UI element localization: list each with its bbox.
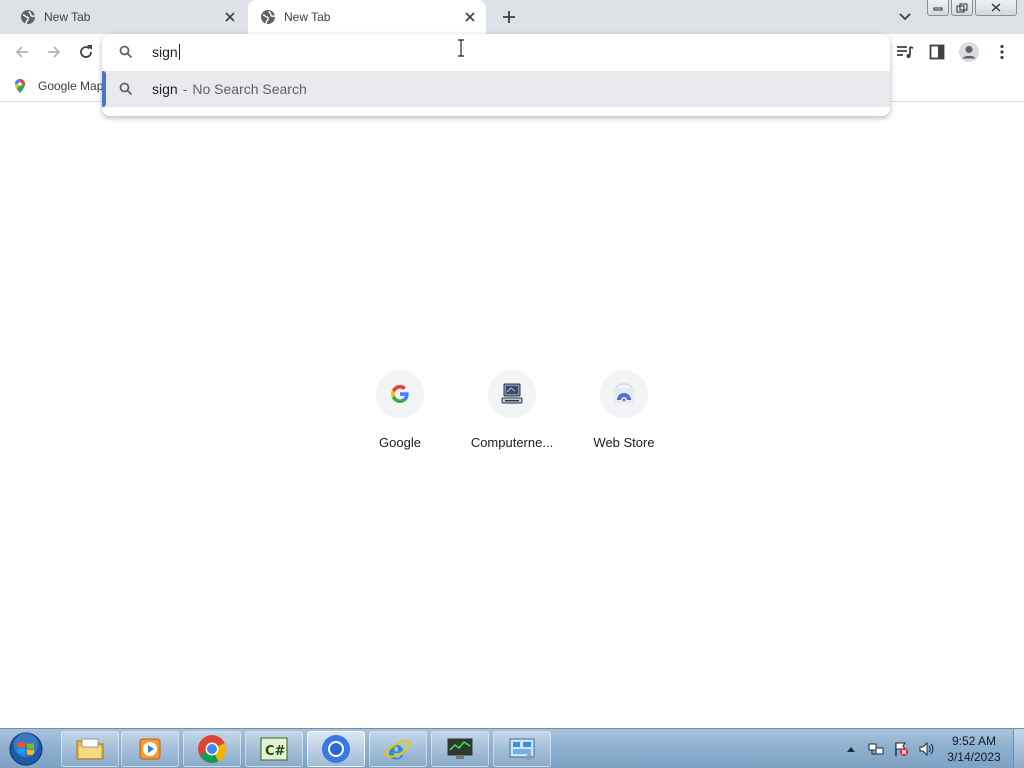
chevron-up-icon xyxy=(847,747,855,752)
restore-button[interactable] xyxy=(951,0,973,16)
maps-pin-icon xyxy=(12,78,28,94)
folder-icon xyxy=(76,738,104,760)
new-tab-button[interactable] xyxy=(497,5,521,29)
taskbar-network-monitor[interactable] xyxy=(431,731,489,767)
svg-text:C#: C# xyxy=(265,744,286,759)
bookmark-google-maps[interactable]: Google Map xyxy=(12,76,103,96)
tab-title: New Tab xyxy=(284,10,331,24)
taskbar-control-panel[interactable] xyxy=(493,731,551,767)
address-input[interactable]: sign xyxy=(152,44,180,60)
ibeam-cursor-icon xyxy=(458,39,464,57)
media-player-icon xyxy=(139,738,161,760)
suggestion-separator: - xyxy=(182,81,188,97)
profile-button[interactable] xyxy=(955,38,983,66)
close-icon[interactable] xyxy=(460,7,480,27)
suggestion-selected-indicator xyxy=(102,71,106,107)
shortcut-google[interactable]: Google xyxy=(350,370,450,450)
taskbar-chromium[interactable] xyxy=(307,731,365,767)
tab-title: New Tab xyxy=(44,10,91,24)
csharp-icon: C# xyxy=(260,737,288,761)
media-controls-button[interactable] xyxy=(891,38,919,66)
monitor-icon xyxy=(447,738,473,759)
show-hidden-icons-button[interactable] xyxy=(842,740,860,758)
minimize-button[interactable] xyxy=(927,0,949,16)
arrow-right-icon xyxy=(48,46,61,58)
windows-logo-icon xyxy=(9,732,43,766)
suggestion-text: sign xyxy=(152,81,178,97)
close-icon[interactable] xyxy=(220,7,240,27)
restore-icon xyxy=(956,3,968,12)
volume-icon[interactable] xyxy=(917,740,935,758)
taskbar: C# e 9:52 AM 3/14/2023 xyxy=(0,728,1024,768)
taskbar-chrome[interactable] xyxy=(183,731,241,767)
globe-icon xyxy=(20,9,36,25)
search-icon xyxy=(118,81,134,97)
suggestion-description: No Search Search xyxy=(192,81,307,97)
show-desktop-button[interactable] xyxy=(1013,729,1024,768)
omnibox-dropdown: sign sign - No Search Search xyxy=(102,34,890,116)
back-button[interactable] xyxy=(8,38,36,66)
taskbar-media-player[interactable] xyxy=(121,731,179,767)
tab-strip: New Tab New Tab xyxy=(0,0,1024,34)
avatar-icon xyxy=(959,42,979,62)
arrow-left-icon xyxy=(15,46,28,58)
close-icon xyxy=(991,3,1001,12)
address-bar[interactable]: sign xyxy=(102,34,890,70)
playlist-music-icon xyxy=(897,46,914,58)
address-input-text: sign xyxy=(152,44,178,60)
bookmark-label: Google Map xyxy=(38,79,104,93)
internet-explorer-icon: e xyxy=(385,736,411,764)
google-g-icon xyxy=(376,370,424,418)
side-panel-button[interactable] xyxy=(923,38,951,66)
taskbar-csharp-app[interactable]: C# xyxy=(245,731,303,767)
tab-search-button[interactable] xyxy=(894,6,916,28)
window-controls xyxy=(927,0,1017,16)
computer-icon xyxy=(488,370,536,418)
web-store-icon xyxy=(600,370,648,418)
chromium-icon xyxy=(322,735,350,763)
shortcut-web-store[interactable]: Web Store xyxy=(574,370,674,450)
taskbar-internet-explorer[interactable]: e xyxy=(369,731,427,767)
tab-new-tab-1[interactable]: New Tab xyxy=(8,0,246,34)
reload-icon xyxy=(80,45,92,58)
forward-button[interactable] xyxy=(40,38,68,66)
new-tab-page: Google Computerne... Web Store xyxy=(0,103,1024,728)
tab-new-tab-2[interactable]: New Tab xyxy=(248,0,486,34)
taskbar-file-explorer[interactable] xyxy=(61,731,119,767)
kebab-menu-icon xyxy=(1000,44,1004,60)
clock-time: 9:52 AM xyxy=(951,734,997,748)
text-caret xyxy=(178,44,180,60)
plus-icon xyxy=(503,11,515,23)
omnibox-suggestion[interactable]: sign - No Search Search xyxy=(102,71,890,107)
search-icon xyxy=(118,44,134,60)
shortcut-label: Computerne... xyxy=(470,435,554,450)
system-tray xyxy=(842,729,942,768)
minimize-icon xyxy=(933,7,943,10)
svg-text:e: e xyxy=(388,736,405,764)
reload-button[interactable] xyxy=(72,38,100,66)
globe-icon xyxy=(260,9,276,25)
side-panel-icon xyxy=(929,44,945,60)
shortcut-label: Web Store xyxy=(593,435,655,450)
control-panel-icon xyxy=(509,738,535,760)
screen: New Tab New Tab Google Map Google Comput… xyxy=(0,0,1024,768)
shortcut-computernetworking[interactable]: Computerne... xyxy=(462,370,562,450)
action-center-flag-icon[interactable] xyxy=(892,740,910,758)
clock-date: 3/14/2023 xyxy=(947,750,1001,764)
chevron-down-icon xyxy=(899,13,911,21)
chrome-icon xyxy=(198,735,227,763)
menu-button[interactable] xyxy=(988,38,1016,66)
shortcut-label: Google xyxy=(379,435,421,450)
start-button[interactable] xyxy=(6,730,46,768)
window-close-button[interactable] xyxy=(975,0,1017,16)
taskbar-clock[interactable]: 9:52 AM 3/14/2023 xyxy=(940,733,1008,765)
network-icon[interactable] xyxy=(867,740,885,758)
